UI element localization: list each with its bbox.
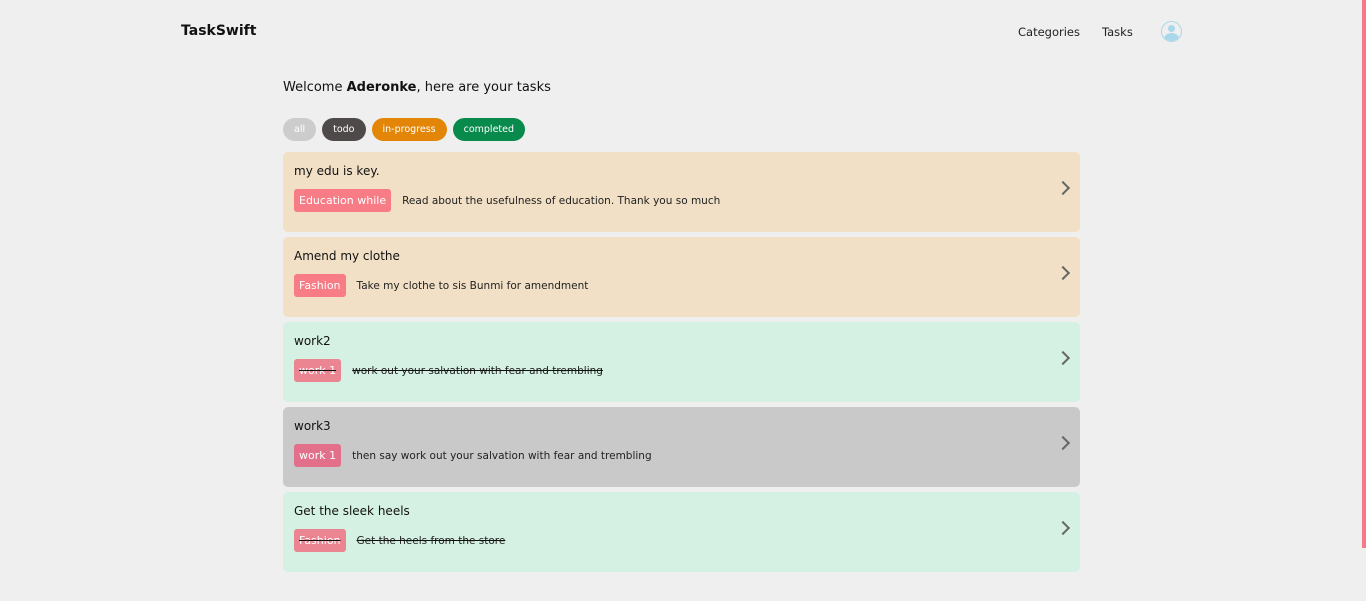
filter-all[interactable]: all <box>283 118 317 141</box>
task-title: my edu is key. <box>294 164 380 178</box>
scrollbar[interactable] <box>1362 0 1366 548</box>
welcome-message: Welcome Aderonke, here are your tasks <box>283 80 551 95</box>
filter-completed[interactable]: completed <box>452 118 526 141</box>
brand-logo[interactable]: TaskSwift <box>181 23 256 39</box>
nav-tasks[interactable]: Tasks <box>1102 25 1133 39</box>
task-description: Get the heels from the store <box>356 534 506 547</box>
category-tag: work 1 <box>294 359 342 382</box>
task-title: work3 <box>294 419 331 433</box>
category-tag: Education while <box>294 189 392 212</box>
task-title: Get the sleek heels <box>294 504 410 518</box>
task-description: Take my clothe to sis Bunmi for amendmen… <box>356 279 589 292</box>
user-circle-icon[interactable] <box>1161 21 1182 42</box>
task-card[interactable]: work2 work 1 work out your salvation with … <box>283 322 1080 402</box>
task-title: work2 <box>294 334 331 348</box>
task-description: Read about the usefulness of education. … <box>402 194 721 207</box>
task-card[interactable]: Get the sleek heels Fashion Get the heels … <box>283 492 1080 572</box>
filter-todo[interactable]: todo <box>322 118 366 141</box>
status-filters: all todo in-progress completed <box>283 118 526 141</box>
task-card[interactable]: Amend my clothe Fashion Take my clothe to … <box>283 237 1080 317</box>
task-card[interactable]: my edu is key. Education while Read about … <box>283 152 1080 232</box>
task-title: Amend my clothe <box>294 249 400 263</box>
filter-in-progress[interactable]: in-progress <box>371 118 447 141</box>
category-tag: Fashion <box>294 274 346 297</box>
category-tag: Fashion <box>294 529 346 552</box>
user-name: Aderonke <box>346 80 417 95</box>
nav-categories[interactable]: Categories <box>1018 25 1080 39</box>
task-list: my edu is key. Education while Read about … <box>283 152 1080 577</box>
task-description: work out your salvation with fear and tr… <box>352 364 603 377</box>
task-card[interactable]: work3 work 1 then say work out your salvat… <box>283 407 1080 487</box>
task-description: then say work out your salvation with fe… <box>352 449 652 462</box>
category-tag: work 1 <box>294 444 342 467</box>
